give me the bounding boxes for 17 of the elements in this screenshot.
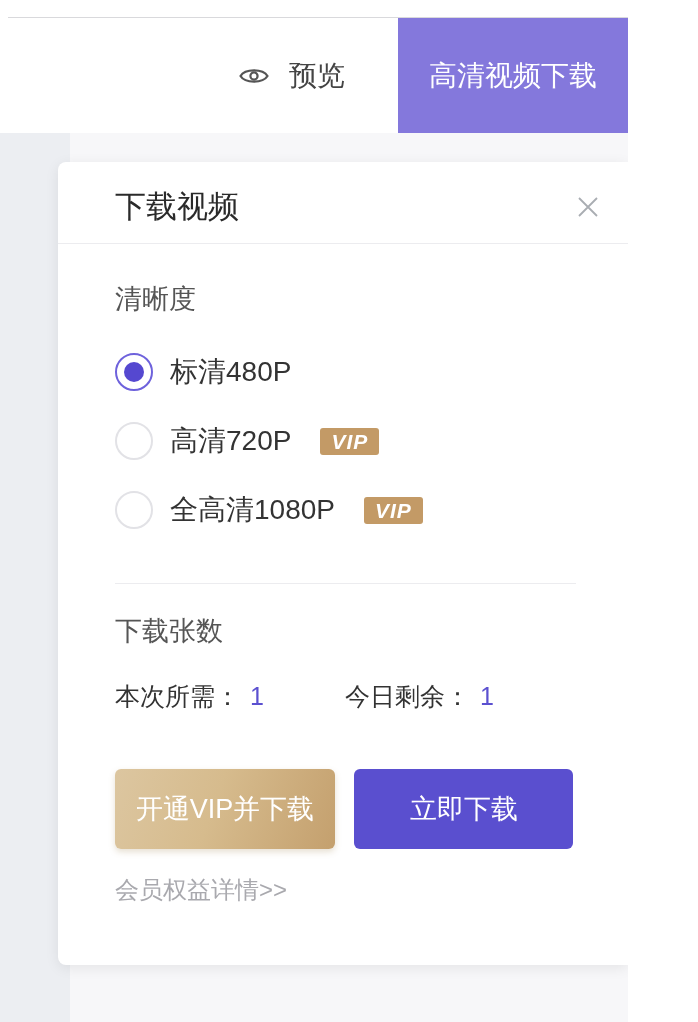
section-label: 清晰度 [115, 283, 196, 316]
dialog-title: 下载视频 [115, 187, 239, 226]
option-label[interactable]: 标清480P [170, 354, 292, 390]
count-label: 本次所需： [115, 681, 240, 712]
section-label: 下载张数 [115, 615, 223, 648]
vip-badge: VIP [363, 496, 423, 524]
option-label[interactable]: 高清720P [170, 423, 292, 459]
count-label: 今日剩余： [345, 681, 470, 712]
count-value: 1 [480, 681, 494, 712]
download-now-button[interactable]: 立即下载 [354, 769, 573, 849]
option-label[interactable]: 全高清1080P [170, 492, 335, 528]
radio-button[interactable] [115, 353, 153, 391]
vip-badge: VIP [320, 427, 380, 455]
close-icon[interactable] [578, 196, 598, 217]
hd-download-button[interactable]: 高清视频下载 [398, 18, 628, 133]
count-value: 1 [250, 681, 264, 712]
preview-link[interactable]: 预览 [239, 18, 345, 133]
